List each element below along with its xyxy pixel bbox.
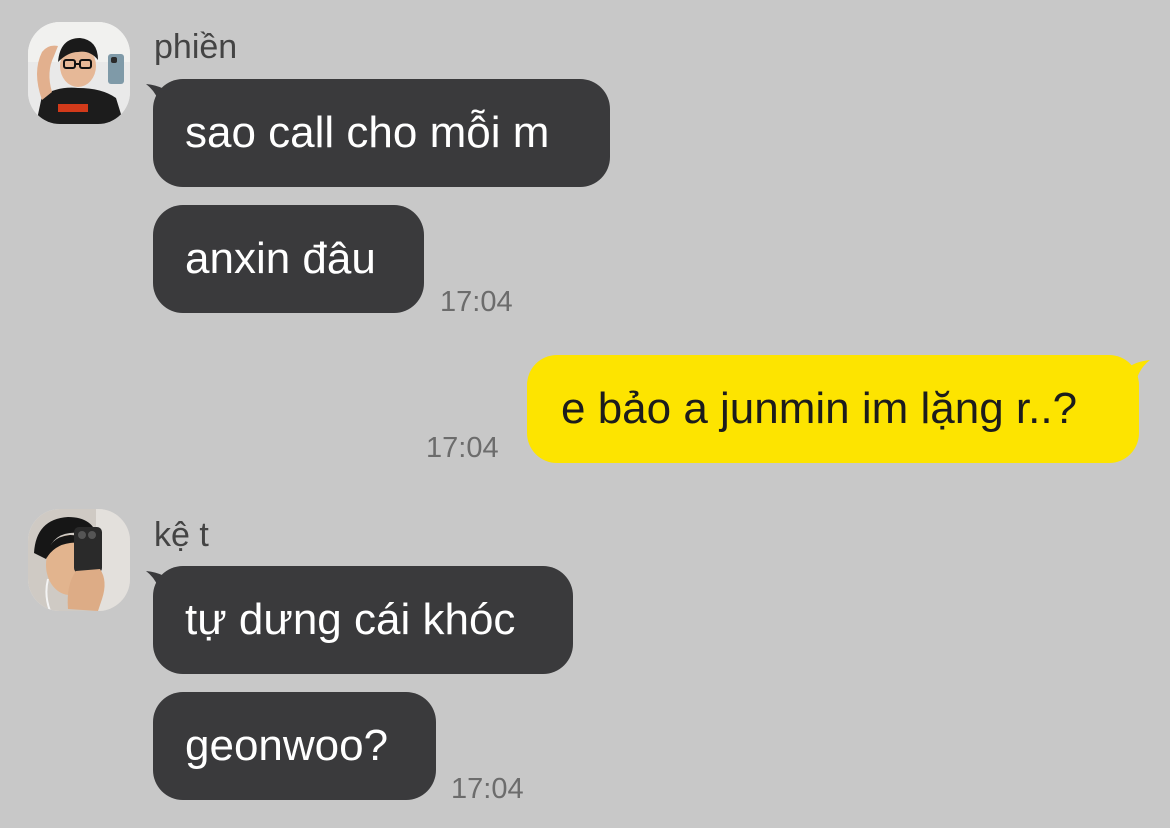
message-bubble-outgoing[interactable]: e bảo a junmin im lặng r..? [527,355,1139,463]
bubble-tail [1122,360,1150,398]
user-photo-avatar-icon [28,509,130,611]
message-timestamp: 17:04 [426,432,499,464]
message-bubble[interactable]: anxin đâu [153,205,424,313]
message-text: e bảo a junmin im lặng r..? [561,384,1078,433]
message-timestamp: 17:04 [451,773,524,805]
message-text: sao call cho mỗi m [185,108,550,157]
message-bubble[interactable]: geonwoo? [153,692,436,800]
message-text: anxin đâu [185,234,376,283]
user-photo-avatar-icon [28,22,130,124]
message-bubble[interactable]: sao call cho mỗi m [153,79,610,187]
message-bubble[interactable]: tự dưng cái khóc [153,566,573,674]
avatar-ke-t[interactable] [28,509,130,611]
message-timestamp: 17:04 [440,286,513,318]
message-text: geonwoo? [185,721,389,770]
sender-name: kệ t [154,516,209,554]
sender-name: phiền [154,28,238,66]
message-text: tự dưng cái khóc [185,595,516,644]
avatar-phien[interactable] [28,22,130,124]
